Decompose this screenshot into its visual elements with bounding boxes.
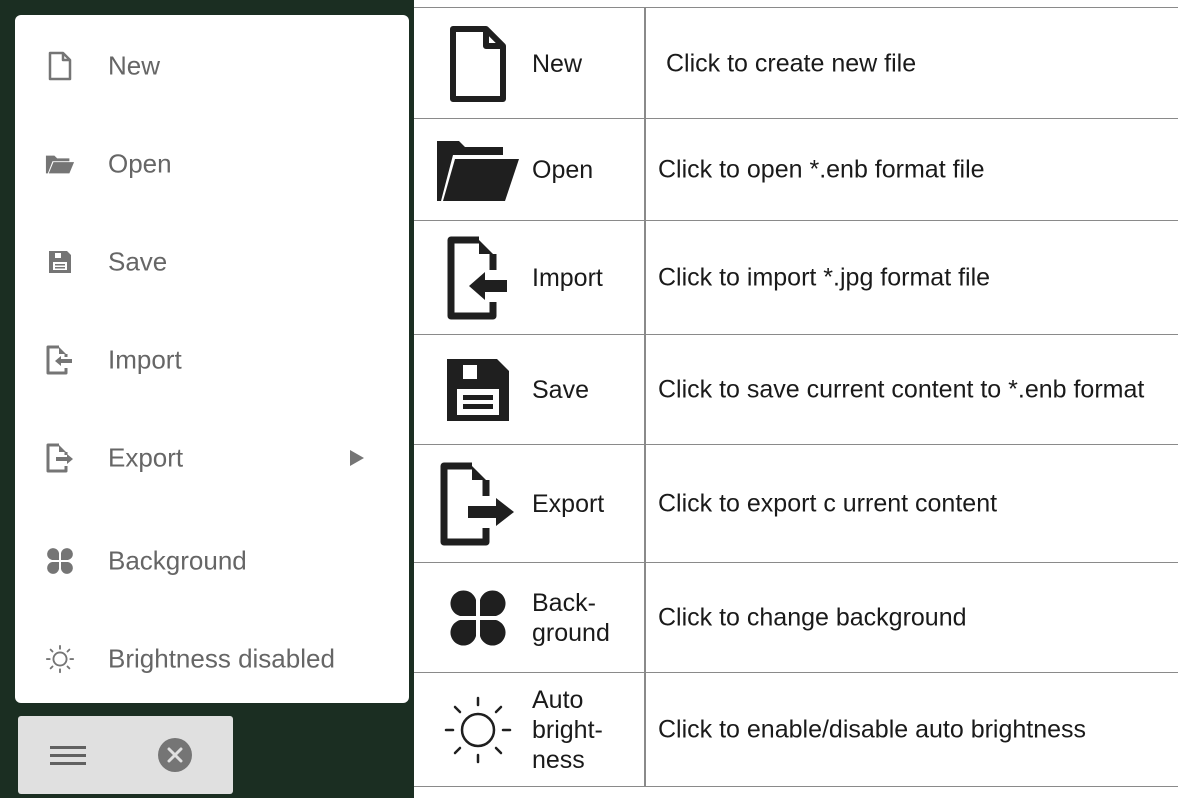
menu-item-label: Brightness disabled — [108, 643, 335, 674]
row-name: Save — [532, 376, 589, 404]
row-description: Click to change background — [658, 603, 967, 632]
folder-open-icon — [428, 125, 528, 215]
play-arrow-icon — [348, 448, 366, 468]
import-icon — [45, 345, 75, 375]
table-row: Auto bright- ness Click to enable/disabl… — [414, 672, 1178, 787]
table-row: Export Click to export c urrent content — [414, 444, 1178, 563]
menu-item-brightness[interactable]: Brightness disabled — [15, 629, 409, 689]
file-menu: New Open Save Import Export Background B… — [15, 15, 409, 703]
menu-item-label: Export — [108, 442, 184, 473]
row-name: Auto bright- ness — [532, 685, 603, 774]
menu-item-label: Open — [108, 148, 172, 179]
clover-icon — [45, 546, 75, 576]
menu-item-label: Save — [108, 246, 168, 277]
menu-item-label: New — [108, 50, 161, 81]
export-icon — [428, 459, 528, 549]
row-name: Back- ground — [532, 589, 610, 647]
save-icon — [428, 345, 528, 435]
import-icon — [428, 233, 528, 323]
menu-item-new[interactable]: New — [15, 36, 409, 96]
sun-icon — [45, 644, 75, 674]
menu-item-label: Import — [108, 344, 182, 375]
menu-item-save[interactable]: Save — [15, 232, 409, 292]
table-row: Import Click to import *.jpg format file — [414, 220, 1178, 335]
menu-item-label: Background — [108, 545, 247, 576]
row-name: New — [532, 49, 583, 78]
bottom-toolbar — [18, 716, 233, 794]
menu-item-open[interactable]: Open — [15, 134, 409, 194]
row-description: Click to export c urrent content — [658, 489, 998, 518]
row-description: Click to import *.jpg format file — [658, 263, 991, 292]
sun-icon — [428, 685, 528, 775]
folder-open-icon — [45, 149, 75, 179]
table-row: Back- ground Click to change background — [414, 562, 1178, 673]
row-description: Click to create new file — [666, 49, 917, 77]
clover-icon — [428, 573, 528, 663]
row-name: Import — [532, 264, 603, 292]
save-icon — [45, 247, 75, 277]
app-menu-panel: New Open Save Import Export Background B… — [0, 0, 414, 798]
hamburger-menu-icon[interactable] — [48, 740, 88, 772]
menu-reference-table: New Click to create new file Open Click … — [414, 7, 1178, 787]
table-row: Open Click to open *.enb format file — [414, 118, 1178, 221]
row-description: Click to enable/disable auto brightness — [658, 715, 1087, 743]
export-icon — [45, 443, 75, 473]
file-icon — [428, 19, 528, 109]
file-icon — [45, 51, 75, 81]
row-name: Export — [532, 490, 605, 518]
row-description: Click to open *.enb format file — [658, 155, 985, 184]
table-row: New Click to create new file — [414, 7, 1178, 119]
menu-item-export[interactable]: Export — [15, 428, 409, 488]
row-description: Click to save current content to *.enb f… — [658, 375, 1145, 404]
menu-item-background[interactable]: Background — [15, 531, 409, 591]
close-circle-icon[interactable] — [156, 736, 194, 774]
table-row: Save Click to save current content to *.… — [414, 334, 1178, 445]
menu-item-import[interactable]: Import — [15, 330, 409, 390]
row-name: Open — [532, 156, 594, 184]
